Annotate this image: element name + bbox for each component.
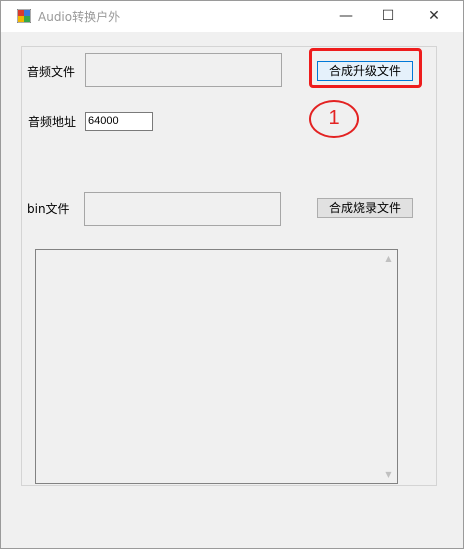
bin-file-label: bin文件 xyxy=(27,202,70,216)
scroll-up-icon[interactable]: ▲ xyxy=(380,250,397,267)
merge-burn-button[interactable]: 合成烧录文件 xyxy=(317,198,413,218)
close-icon: ✕ xyxy=(428,8,440,24)
audio-address-input[interactable]: 64000 xyxy=(85,112,153,131)
app-icon xyxy=(17,9,31,23)
bin-file-field[interactable] xyxy=(84,192,281,226)
title-bar[interactable]: Audio转换户外 — ☐ ✕ xyxy=(1,1,463,32)
highlight-box xyxy=(309,48,422,88)
main-window: Audio转换户外 — ☐ ✕ 音频文件 合成升级文件 音频地址 64000 1… xyxy=(0,0,464,549)
maximize-button[interactable]: ☐ xyxy=(365,1,411,31)
vertical-scrollbar[interactable]: ▲ ▼ xyxy=(380,250,397,483)
maximize-icon: ☐ xyxy=(381,8,395,24)
minimize-icon: — xyxy=(339,8,353,24)
audio-file-field[interactable] xyxy=(85,53,282,87)
minimize-button[interactable]: — xyxy=(323,1,369,31)
audio-address-label: 音频地址 xyxy=(28,115,77,129)
window-title: Audio转换户外 xyxy=(38,10,121,24)
log-textarea[interactable]: ▲ ▼ xyxy=(35,249,398,484)
step-number-badge: 1 xyxy=(309,100,359,138)
audio-file-label: 音频文件 xyxy=(27,65,76,79)
scroll-down-icon[interactable]: ▼ xyxy=(380,466,397,483)
close-button[interactable]: ✕ xyxy=(411,1,457,31)
